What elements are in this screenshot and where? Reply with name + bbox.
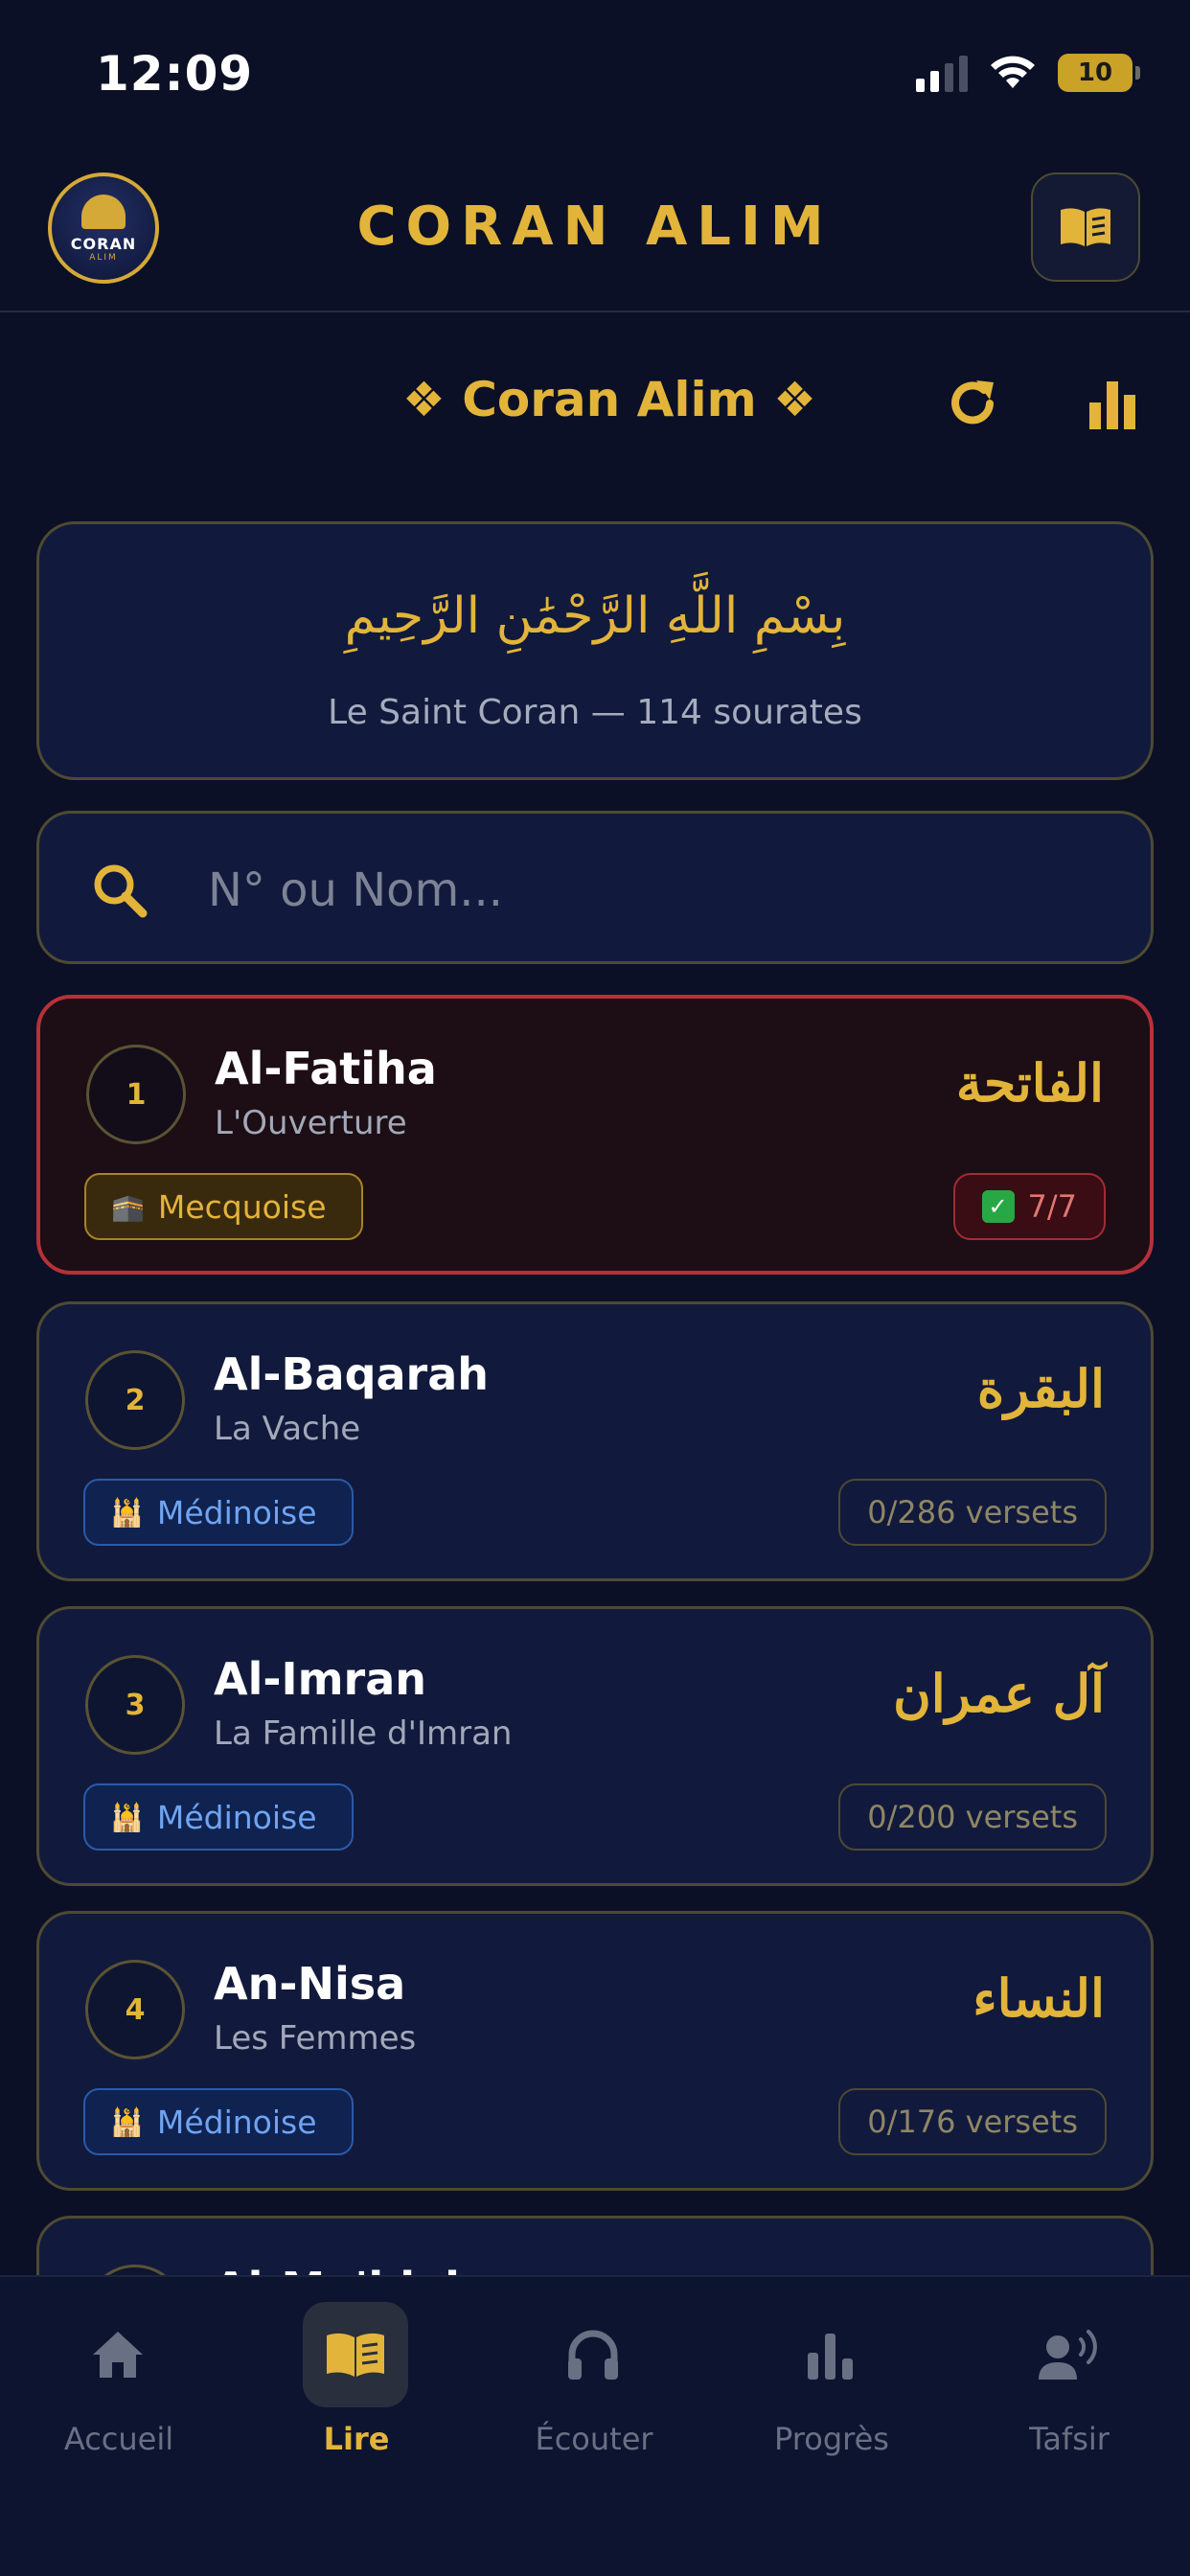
bismillah-card: بِسْمِ اللَّهِ الرَّحْمَٰنِ الرَّحِيمِ L… [36,521,1154,780]
open-book-icon [1061,208,1110,246]
nav-label: Écouter [535,2421,653,2457]
surah-number: 2 [85,1350,185,1450]
progress-badge: ✓ 7/7 [952,1173,1106,1240]
surah-card-al-imran[interactable]: 3 Al-Imran La Famille d'Imran آل عمران 🕌… [36,1606,1154,1886]
section-title: ❖ Coran Alim ❖ [402,372,816,427]
app-title: CORAN ALIM [356,196,834,258]
revelation-type-label: Médinoise [156,1493,317,1531]
surah-translation: La Vache [214,1410,361,1448]
status-bar: 12:09 10 [0,0,1190,144]
nav-label: Tafsir [1029,2421,1110,2457]
surah-number: 1 [86,1045,186,1144]
surah-translation: L'Ouverture [215,1104,407,1142]
surah-name: Al-Imran [214,1653,426,1705]
revelation-type-badge: 🕋 Mecquoise [84,1173,363,1240]
status-time: 12:09 [96,46,254,102]
sub-header: ❖ Coran Alim ❖ [0,355,1190,450]
progress-badge: 0/286 versets [838,1479,1107,1546]
surah-arabic-name: النساء [973,1967,1105,2029]
revelation-type-badge: 🕌 Médinoise [83,1783,354,1851]
surah-card-al-fatiha[interactable]: 1 Al-Fatiha L'Ouverture الفاتحة 🕋 Mecquo… [36,995,1154,1275]
revelation-type-badge: 🕌 Médinoise [83,2088,354,2155]
refresh-button[interactable] [939,370,1006,437]
battery-icon: 10 [1058,54,1140,92]
surah-card-al-baqarah[interactable]: 2 Al-Baqarah La Vache البقرة 🕌 Médinoise… [36,1301,1154,1581]
progress-label: 0/176 versets [867,2104,1078,2140]
nav-label: Lire [323,2421,390,2457]
revelation-type-label: Médinoise [156,1798,317,1836]
bottom-navigation: Accueil Lire Écouter Progrès Tafsir [0,2275,1190,2576]
surah-translation: Les Femmes [214,2019,417,2058]
mosque-icon: 🕌 [110,1496,144,1529]
nav-label: Progrès [774,2421,889,2457]
book-icon [327,2333,384,2377]
surah-list: 1 Al-Fatiha L'Ouverture الفاتحة 🕋 Mecquo… [36,995,1154,2279]
refresh-icon [951,380,994,425]
bar-chart-icon [808,2334,853,2380]
nav-label: Accueil [63,2421,174,2457]
cellular-signal-icon [916,54,968,92]
progress-label: 0/286 versets [867,1494,1078,1530]
app-screen: 12:09 10 CORAN ALIM CORAN ALIM ❖ Coran A… [0,0,1190,2576]
quran-summary: Le Saint Coran — 114 sourates [328,693,862,732]
check-icon: ✓ [981,1190,1015,1223]
search-input[interactable] [208,842,1109,938]
surah-name: Al-Fatiha [215,1043,437,1094]
open-book-button[interactable] [1031,172,1140,282]
headphones-icon [568,2330,618,2380]
wifi-icon [991,56,1035,88]
surah-arabic-name: آل عمران [893,1663,1105,1724]
surah-arabic-name: الفاتحة [955,1052,1104,1114]
battery-level: 10 [1077,58,1113,87]
surah-arabic-name: البقرة [976,1358,1105,1419]
progress-badge: 0/200 versets [838,1783,1107,1851]
surah-card-an-nisa[interactable]: 4 An-Nisa Les Femmes النساء 🕌 Médinoise … [36,1911,1154,2191]
mosque-icon: 🕌 [110,2105,144,2138]
status-icons: 10 [916,54,1140,92]
surah-name: An-Nisa [214,1958,406,2010]
kaaba-icon: 🕋 [111,1190,145,1223]
nav-item-progres[interactable]: Progrès [713,2302,950,2474]
surah-number: 3 [85,1655,185,1755]
nav-item-accueil[interactable]: Accueil [0,2302,238,2474]
search-box [36,811,1154,964]
revelation-type-label: Médinoise [156,2103,317,2141]
nav-item-lire[interactable]: Lire [238,2302,475,2474]
surah-card-al-maidah[interactable]: 5 Al-Ma'idah [36,2216,1154,2279]
speaker-person-icon [1039,2330,1097,2380]
surah-number: 4 [85,1960,185,2059]
progress-badge: 0/176 versets [838,2088,1107,2155]
surah-name: Al-Baqarah [214,1348,490,1400]
nav-item-ecouter[interactable]: Écouter [475,2302,713,2474]
search-icon [94,864,148,918]
surah-translation: La Famille d'Imran [214,1714,513,1753]
home-icon [93,2332,143,2378]
mosque-icon: 🕌 [110,1801,144,1833]
progress-label: 0/200 versets [867,1799,1078,1835]
revelation-type-badge: 🕌 Médinoise [83,1479,354,1546]
bar-chart-icon [1089,381,1135,429]
progress-label: 7/7 [1027,1188,1078,1225]
bismillah-text: بِسْمِ اللَّهِ الرَّحْمَٰنِ الرَّحِيمِ [344,587,846,645]
nav-item-tafsir[interactable]: Tafsir [950,2302,1188,2474]
app-header: CORAN ALIM CORAN ALIM [0,153,1190,312]
statistics-button[interactable] [1081,370,1148,437]
revelation-type-label: Mecquoise [157,1187,327,1226]
